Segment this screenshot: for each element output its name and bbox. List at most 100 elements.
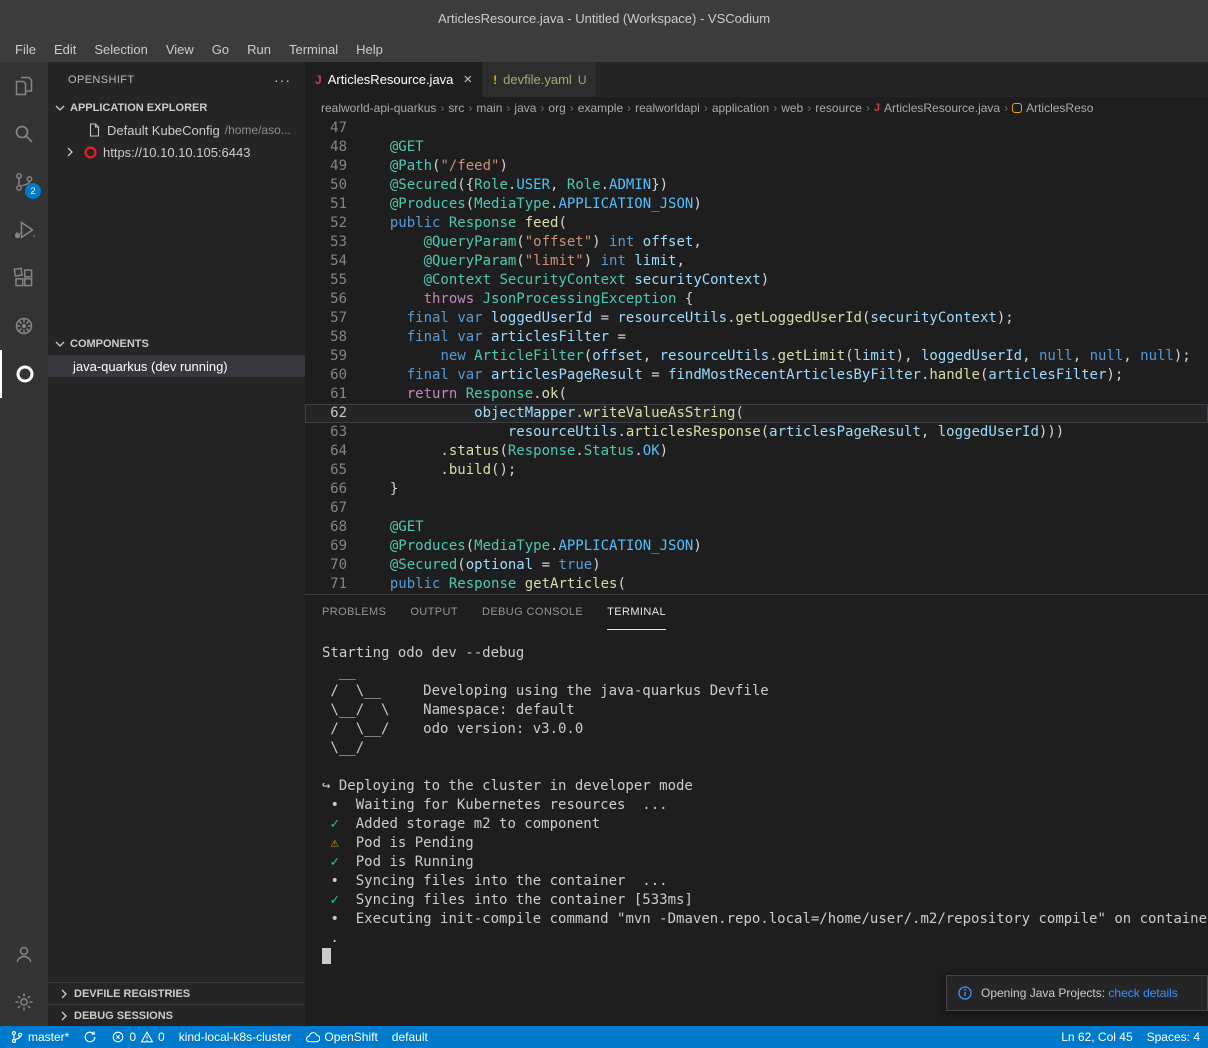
menu-selection[interactable]: Selection: [85, 39, 156, 60]
breadcrumb-separator: ›: [466, 101, 474, 115]
run-debug-icon[interactable]: [0, 206, 48, 254]
tab-ArticlesResource.java[interactable]: JArticlesResource.java×: [305, 62, 483, 97]
breadcrumb-item[interactable]: src: [448, 101, 464, 115]
code-line-68[interactable]: 68 @GET: [305, 518, 1208, 537]
breadcrumb-item[interactable]: JArticlesResource.java: [874, 101, 1000, 115]
code-line-65[interactable]: 65 .build();: [305, 461, 1208, 480]
panel-tab-terminal[interactable]: TERMINAL: [607, 595, 666, 630]
code-line-61[interactable]: 61 return Response.ok(: [305, 385, 1208, 404]
code-line-49[interactable]: 49 @Path("/feed"): [305, 157, 1208, 176]
code-line-57[interactable]: 57 final var loggedUserId = resourceUtil…: [305, 309, 1208, 328]
breadcrumb-item[interactable]: web: [781, 101, 803, 115]
breadcrumb-item[interactable]: org: [548, 101, 565, 115]
code-line-58[interactable]: 58 final var articlesFilter =: [305, 328, 1208, 347]
line-number: 71: [305, 575, 347, 594]
git-branch-item[interactable]: master*: [10, 1030, 69, 1044]
code-line-70[interactable]: 70 @Secured(optional = true): [305, 556, 1208, 575]
breadcrumb-item[interactable]: realworld-api-quarkus: [321, 101, 436, 115]
chevron-down-icon: [52, 336, 68, 352]
more-actions-icon[interactable]: ···: [274, 72, 291, 88]
explorer-icon[interactable]: [0, 62, 48, 110]
tree-item-component[interactable]: java-quarkus (dev running): [48, 355, 305, 377]
openshift-status-item[interactable]: OpenShift: [305, 1030, 377, 1045]
code-line-48[interactable]: 48 @GET: [305, 138, 1208, 157]
panel-tab-problems[interactable]: PROBLEMS: [322, 595, 386, 630]
breadcrumb-item[interactable]: main: [476, 101, 502, 115]
panel-tab-debug-console[interactable]: DEBUG CONSOLE: [482, 595, 583, 630]
terminal-line: ↪ Deploying to the cluster in developer …: [322, 777, 1208, 796]
section-header-application-explorer[interactable]: APPLICATION EXPLORER: [48, 97, 305, 119]
panel-tab-output[interactable]: OUTPUT: [410, 595, 458, 630]
terminal-line: • Waiting for Kubernetes resources ...: [322, 796, 1208, 815]
kube-context-item[interactable]: kind-local-k8s-cluster: [179, 1030, 292, 1044]
menu-view[interactable]: View: [157, 39, 203, 60]
search-icon[interactable]: [0, 110, 48, 158]
code-line-59[interactable]: 59 new ArticleFilter(offset, resourceUti…: [305, 347, 1208, 366]
section-header-components[interactable]: COMPONENTS: [48, 333, 305, 355]
chevron-right-icon: [62, 144, 78, 160]
menu-run[interactable]: Run: [238, 39, 280, 60]
breadcrumb-label: src: [448, 101, 464, 115]
code-line-53[interactable]: 53 @QueryParam("offset") int offset,: [305, 233, 1208, 252]
accounts-icon[interactable]: [0, 930, 48, 978]
section-header-debug-sessions[interactable]: DEBUG SESSIONS: [48, 1004, 305, 1026]
breadcrumb-label: web: [781, 101, 803, 115]
code-line-54[interactable]: 54 @QueryParam("limit") int limit,: [305, 252, 1208, 271]
indentation-item[interactable]: Spaces: 4: [1147, 1030, 1200, 1044]
line-number: 48: [305, 138, 347, 157]
notification-link[interactable]: check details: [1108, 986, 1177, 1000]
code-line-51[interactable]: 51 @Produces(MediaType.APPLICATION_JSON): [305, 195, 1208, 214]
extensions-icon[interactable]: [0, 254, 48, 302]
git-branch-icon: [10, 1030, 24, 1044]
code-line-64[interactable]: 64 .status(Response.Status.OK): [305, 442, 1208, 461]
code-line-47[interactable]: 47: [305, 119, 1208, 138]
breadcrumb-item[interactable]: realworldapi: [635, 101, 700, 115]
breadcrumb-item[interactable]: example: [578, 101, 623, 115]
editor-code[interactable]: 4748 @GET49 @Path("/feed")50 @Secured({R…: [305, 119, 1208, 594]
breadcrumb-separator: ›: [864, 101, 872, 115]
breadcrumb-item[interactable]: ArticlesReso: [1012, 101, 1093, 115]
code-line-67[interactable]: 67: [305, 499, 1208, 518]
tree-item-cluster[interactable]: https://10.10.10.105:6443: [48, 141, 305, 163]
namespace-item[interactable]: default: [392, 1030, 428, 1044]
sidebar: OPENSHIFT ··· APPLICATION EXPLORER Defau…: [48, 62, 305, 1026]
sync-item[interactable]: [83, 1030, 97, 1044]
problems-item[interactable]: 0 0: [111, 1030, 164, 1044]
code-line-66[interactable]: 66 }: [305, 480, 1208, 499]
code-line-50[interactable]: 50 @Secured({Role.USER, Role.ADMIN}): [305, 176, 1208, 195]
breadcrumb-item[interactable]: application: [712, 101, 769, 115]
code-text: new ArticleFilter(offset, resourceUtils.…: [347, 347, 1191, 366]
section-header-devfile-registries[interactable]: DEVFILE REGISTRIES: [48, 982, 305, 1004]
code-line-69[interactable]: 69 @Produces(MediaType.APPLICATION_JSON): [305, 537, 1208, 556]
tree-item-kubeconfig[interactable]: Default KubeConfig /home/aso...: [48, 119, 305, 141]
menu-terminal[interactable]: Terminal: [280, 39, 347, 60]
code-line-63[interactable]: 63 resourceUtils.articlesResponse(articl…: [305, 423, 1208, 442]
close-icon[interactable]: ×: [463, 71, 472, 88]
status-bar-right: Ln 62, Col 45 Spaces: 4: [1061, 1030, 1200, 1044]
breadcrumb-item[interactable]: java: [514, 101, 536, 115]
kubernetes-icon[interactable]: [0, 302, 48, 350]
tab-devfile.yaml[interactable]: !devfile.yamlU: [483, 62, 597, 97]
menu-go[interactable]: Go: [203, 39, 238, 60]
code-line-62[interactable]: 62 objectMapper.writeValueAsString(: [305, 404, 1208, 423]
terminal-output[interactable]: Starting odo dev --debug __ / \__ Develo…: [305, 630, 1208, 1026]
settings-gear-icon[interactable]: [0, 978, 48, 1026]
breadcrumb-item[interactable]: resource: [815, 101, 862, 115]
code-text: [347, 499, 373, 518]
terminal-line: \__/: [322, 739, 1208, 758]
section-label: DEVFILE REGISTRIES: [74, 988, 190, 1000]
terminal-line: .: [322, 929, 1208, 948]
menu-file[interactable]: File: [6, 39, 45, 60]
code-line-60[interactable]: 60 final var articlesPageResult = findMo…: [305, 366, 1208, 385]
menu-help[interactable]: Help: [347, 39, 392, 60]
code-line-71[interactable]: 71 public Response getArticles(: [305, 575, 1208, 594]
menu-edit[interactable]: Edit: [45, 39, 85, 60]
terminal-line: \__/ \ Namespace: default: [322, 701, 1208, 720]
code-line-56[interactable]: 56 throws JsonProcessingException {: [305, 290, 1208, 309]
code-line-52[interactable]: 52 public Response feed(: [305, 214, 1208, 233]
cursor-position-item[interactable]: Ln 62, Col 45: [1061, 1030, 1132, 1044]
breadcrumb-label: resource: [815, 101, 862, 115]
openshift-icon[interactable]: [0, 350, 48, 398]
code-line-55[interactable]: 55 @Context SecurityContext securityCont…: [305, 271, 1208, 290]
source-control-icon[interactable]: 2: [0, 158, 48, 206]
